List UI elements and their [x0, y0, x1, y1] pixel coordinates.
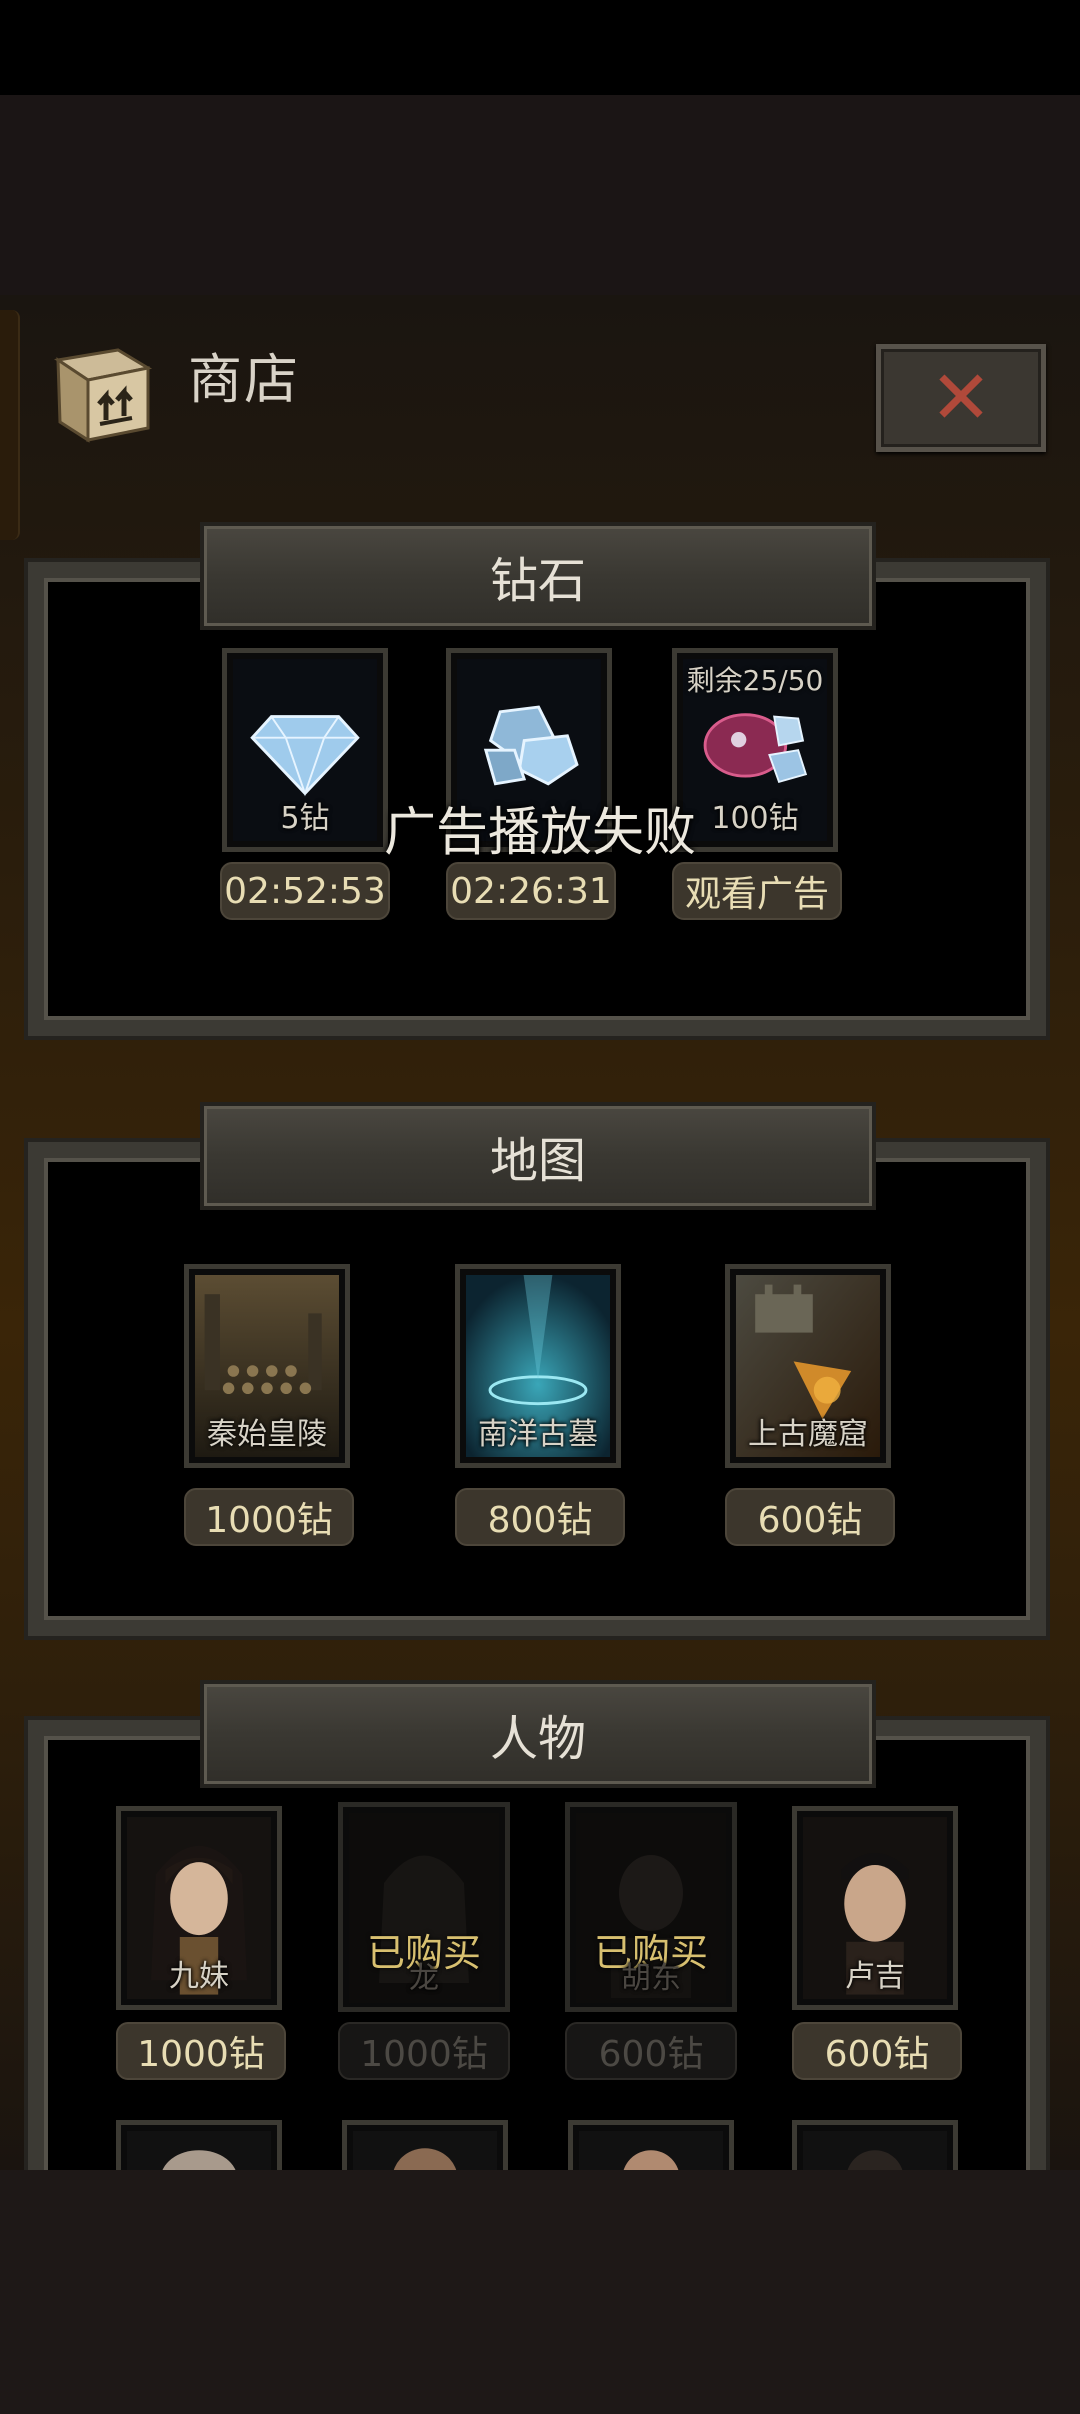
- side-tab[interactable]: [0, 310, 20, 540]
- section-title: 人物: [489, 1711, 586, 1767]
- character-item-6[interactable]: [342, 2120, 508, 2170]
- map-name: 秦始皇陵: [207, 1417, 327, 1452]
- buy-button[interactable]: 1000钻: [184, 1488, 354, 1546]
- toast-message: 广告播放失败: [383, 803, 696, 863]
- remaining-count: 剩余25/50: [686, 664, 824, 697]
- character-item-4[interactable]: 卢吉: [792, 1806, 958, 2010]
- character-item-2[interactable]: 已购买 龙: [338, 1802, 510, 2012]
- character-item-5[interactable]: [116, 2120, 282, 2170]
- bottom-spacer: [0, 2170, 1080, 2414]
- buy-button[interactable]: 600钻: [725, 1488, 895, 1546]
- character-item-7[interactable]: [568, 2120, 734, 2170]
- close-icon: ✕: [929, 355, 992, 441]
- map-item-1[interactable]: 秦始皇陵: [184, 1264, 350, 1468]
- character-section-header: 人物: [200, 1680, 876, 1788]
- character-portrait: [127, 2131, 271, 2170]
- buy-button[interactable]: 1000钻: [116, 2022, 286, 2080]
- character-portrait: [353, 2131, 497, 2170]
- status-bar: [0, 0, 1080, 95]
- section-title: 钻石: [489, 553, 586, 609]
- character-item-3[interactable]: 已购买 胡东: [565, 1802, 737, 2012]
- diamond-section-header: 钻石: [200, 522, 876, 630]
- character-item-1[interactable]: 九妹: [116, 1806, 282, 2010]
- buy-button[interactable]: 800钻: [455, 1488, 625, 1546]
- timer-button[interactable]: 02:26:31: [446, 862, 616, 920]
- buy-button[interactable]: 600钻: [792, 2022, 962, 2080]
- top-spacer: [0, 95, 1080, 295]
- character-item-8[interactable]: [792, 2120, 958, 2170]
- watch-ad-button[interactable]: 观看广告: [672, 862, 842, 920]
- map-item-2[interactable]: 南洋古墓: [455, 1264, 621, 1468]
- timer-button[interactable]: 02:52:53: [220, 862, 390, 920]
- character-name: 卢吉: [845, 1959, 905, 1994]
- map-name: 南洋古墓: [478, 1417, 598, 1452]
- character-name: 龙: [409, 1961, 439, 1996]
- map-item-3[interactable]: 上古魔窟: [725, 1264, 891, 1468]
- buy-button: 600钻: [565, 2022, 737, 2080]
- box-icon: [54, 348, 153, 443]
- character-portrait: [803, 2131, 947, 2170]
- map-name: 上古魔窟: [748, 1417, 868, 1452]
- character-name: 九妹: [169, 1959, 229, 1994]
- section-title: 地图: [489, 1133, 586, 1189]
- map-section-header: 地图: [200, 1102, 876, 1210]
- buy-button: 1000钻: [338, 2022, 510, 2080]
- close-button[interactable]: ✕: [876, 344, 1046, 452]
- page-title: 商店: [188, 348, 300, 411]
- character-name: 胡东: [621, 1961, 681, 1996]
- character-portrait: [579, 2131, 723, 2170]
